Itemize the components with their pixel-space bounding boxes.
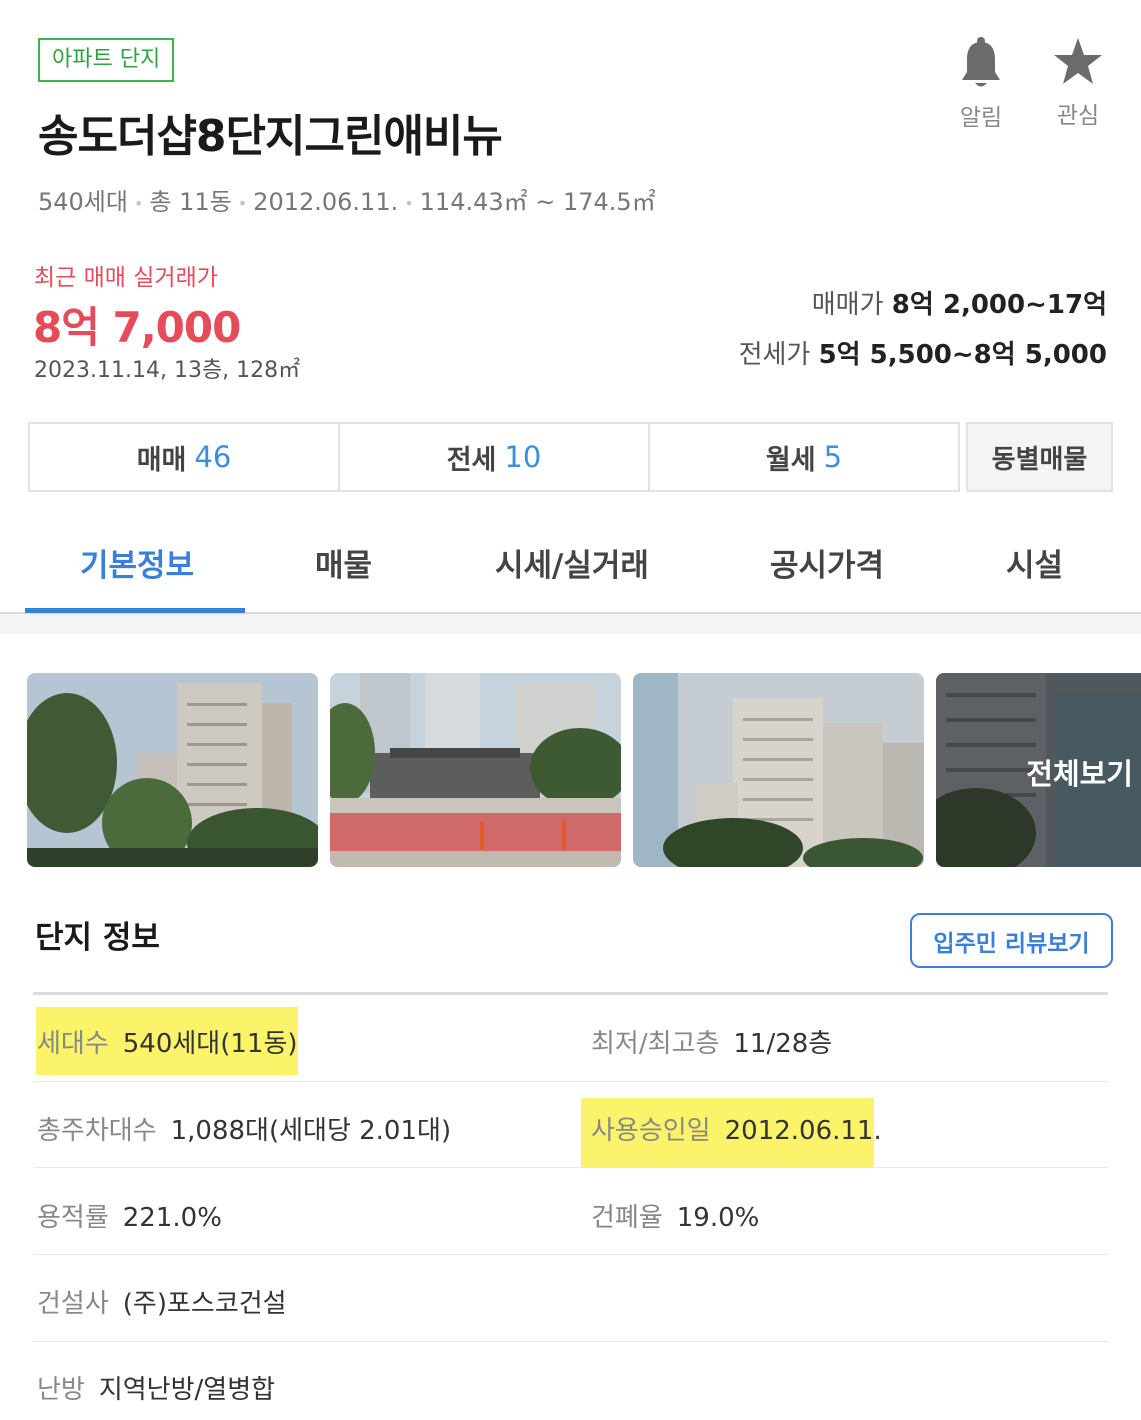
info-key: 총주차대수 xyxy=(37,1116,157,1146)
complex-photo-2[interactable] xyxy=(330,673,621,867)
meta-households: 540세대 xyxy=(38,188,128,216)
recent-trade-price: 8억 7,000 xyxy=(33,303,241,352)
info-approval-date: 사용승인일 2012.06.11. xyxy=(591,1110,882,1147)
info-parking: 총주차대수 1,088대(세대당 2.01대) xyxy=(37,1110,451,1147)
tab-official-price[interactable]: 공시가격 xyxy=(770,540,884,585)
jeonse-price-label: 전세가 xyxy=(738,340,811,370)
listings-by-building-button[interactable]: 동별매물 xyxy=(966,422,1113,492)
deal-tab-count: 46 xyxy=(194,440,232,474)
star-icon xyxy=(1054,38,1102,84)
resident-review-button[interactable]: 입주민 리뷰보기 xyxy=(910,913,1113,968)
jeonse-price-value: 5억 5,500~8억 5,000 xyxy=(818,340,1107,370)
meta-separator: • xyxy=(237,193,248,213)
meta-separator: • xyxy=(404,193,414,213)
deal-tab-label: 월세 xyxy=(765,444,816,476)
deal-type-tabs: 매매 46 전세 10 월세 5 xyxy=(28,422,960,492)
tab-basic-info[interactable]: 기본정보 xyxy=(80,540,194,585)
info-value: 11/28층 xyxy=(733,1029,833,1059)
info-value: 540세대(11동) xyxy=(122,1029,298,1059)
active-tab-indicator xyxy=(25,608,245,613)
info-value: 19.0% xyxy=(676,1203,760,1233)
meta-buildings: 총 11동 xyxy=(149,188,232,216)
deal-tab-count: 5 xyxy=(823,440,843,474)
favorite-label: 관심 xyxy=(1056,103,1100,129)
info-building-coverage: 건폐율 19.0% xyxy=(591,1197,759,1234)
info-key: 건폐율 xyxy=(591,1203,663,1233)
tab-facilities[interactable]: 시설 xyxy=(1006,540,1063,585)
row-divider xyxy=(33,1254,1108,1255)
recent-trade-label: 최근 매매 실거래가 xyxy=(34,265,218,291)
info-floor-area-ratio: 용적률 221.0% xyxy=(37,1197,222,1234)
meta-separator: • xyxy=(133,193,144,213)
view-all-photos[interactable]: 전체보기 xyxy=(936,673,1141,867)
info-households: 세대수 540세대(11동) xyxy=(37,1023,298,1060)
jeonse-price-range: 전세가 5억 5,500~8억 5,000 xyxy=(739,334,1107,371)
alarm-button[interactable]: 알림 xyxy=(946,36,1016,132)
tab-listings[interactable]: 매물 xyxy=(315,540,372,585)
info-value: 2012.06.11. xyxy=(724,1116,882,1146)
info-heating: 난방 지역난방/열병합 xyxy=(37,1369,275,1406)
info-key: 사용승인일 xyxy=(591,1116,711,1146)
info-value: 1,088대(세대당 2.01대) xyxy=(170,1116,452,1146)
info-key: 용적률 xyxy=(37,1203,109,1233)
section-nav: 기본정보 매물 시세/실거래 공시가격 시설 xyxy=(0,520,1141,614)
bell-icon xyxy=(962,37,1000,87)
info-constructor: 건설사 (주)포스코건설 xyxy=(37,1283,287,1320)
info-key: 건설사 xyxy=(37,1289,109,1319)
sale-price-value: 8억 2,000~17억 xyxy=(891,290,1107,320)
favorite-button[interactable]: 관심 xyxy=(1043,36,1113,130)
row-divider xyxy=(33,1341,1108,1342)
complex-photo-1[interactable] xyxy=(27,673,318,867)
info-value: 지역난방/열병합 xyxy=(98,1375,276,1405)
info-divider xyxy=(33,992,1108,995)
info-floors: 최저/최고층 11/28층 xyxy=(591,1023,832,1060)
recent-trade-detail: 2023.11.14, 13층, 128㎡ xyxy=(34,358,301,383)
complex-photo-3[interactable] xyxy=(633,673,924,867)
row-divider xyxy=(33,1167,1108,1168)
deal-tab-jeonse[interactable]: 전세 10 xyxy=(338,424,648,490)
meta-area-range: 114.43㎡ ~ 174.5㎡ xyxy=(419,188,656,216)
sale-price-label: 매매가 xyxy=(811,290,884,320)
deal-tab-label: 매매 xyxy=(136,444,187,476)
alarm-label: 알림 xyxy=(959,105,1003,131)
info-key: 세대수 xyxy=(37,1029,109,1059)
row-divider xyxy=(33,1081,1108,1082)
apartment-complex-tag: 아파트 단지 xyxy=(38,38,175,82)
tab-market-price[interactable]: 시세/실거래 xyxy=(495,540,649,585)
info-key: 난방 xyxy=(37,1375,85,1405)
deal-tab-sale[interactable]: 매매 46 xyxy=(30,424,338,490)
deal-tab-count: 10 xyxy=(504,440,542,474)
meta-approval-date: 2012.06.11. xyxy=(253,188,399,216)
complex-info-title: 단지 정보 xyxy=(35,920,160,956)
complex-meta: 540세대 • 총 11동 • 2012.06.11. • 114.43㎡ ~ 174.5㎡ xyxy=(38,182,656,217)
view-all-label: 전체보기 xyxy=(1026,757,1133,791)
complex-title: 송도더샵8단지그린애비뉴 xyxy=(38,111,503,162)
sale-price-range: 매매가 8억 2,000~17억 xyxy=(812,284,1107,321)
info-value: 221.0% xyxy=(122,1203,222,1233)
info-key: 최저/최고층 xyxy=(591,1029,720,1059)
section-divider xyxy=(0,614,1141,634)
deal-tab-monthly-rent[interactable]: 월세 5 xyxy=(648,424,958,490)
info-value: (주)포스코건설 xyxy=(122,1289,287,1319)
deal-tab-label: 전세 xyxy=(446,444,497,476)
